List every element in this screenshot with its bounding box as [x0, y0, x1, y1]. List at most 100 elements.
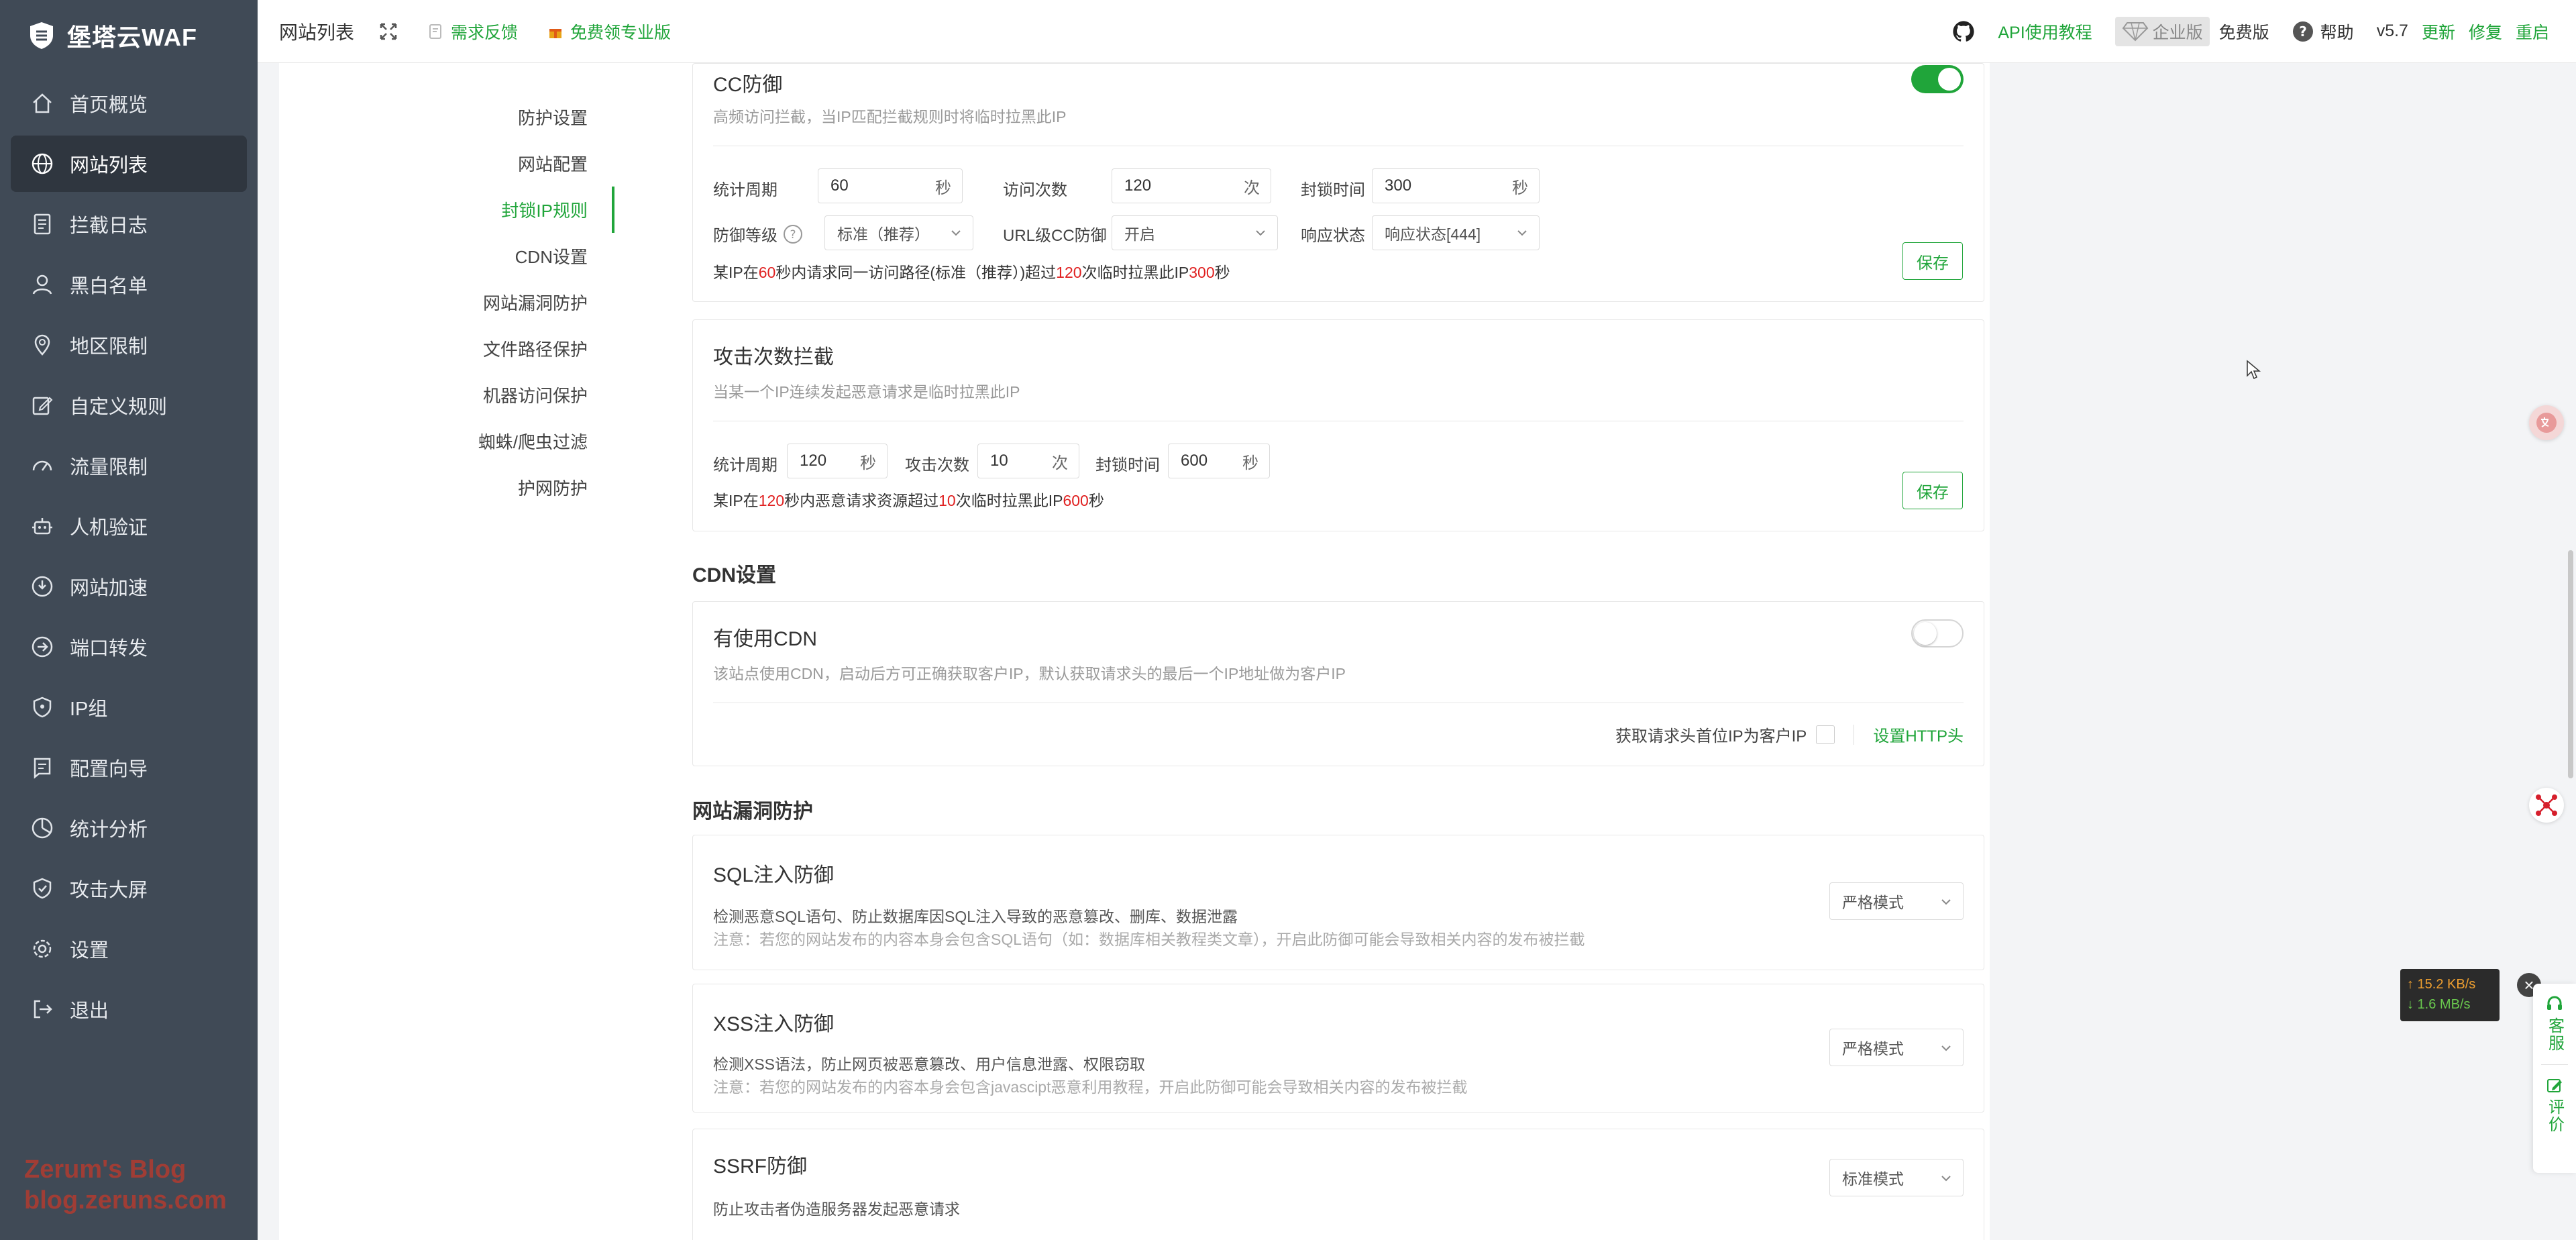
- ssrf-mode-select[interactable]: 标准模式: [1829, 1159, 1964, 1196]
- subnav-item[interactable]: 网站配置: [402, 140, 614, 187]
- sidebar-item-label: 拦截日志: [70, 215, 148, 237]
- github-link[interactable]: [1952, 20, 1975, 43]
- free-pro-link[interactable]: 免费领专业版: [547, 19, 671, 44]
- update-link[interactable]: 更新: [2422, 19, 2455, 44]
- sidebar-item-12[interactable]: 统计分析: [11, 800, 247, 856]
- info-question-icon[interactable]: ?: [783, 224, 803, 244]
- attack-ban-input[interactable]: 600 秒: [1168, 444, 1270, 478]
- restart-link[interactable]: 重启: [2516, 19, 2549, 44]
- ssrf-desc: 防止攻击者伪造服务器发起恶意请求: [713, 1200, 960, 1218]
- cc-url-select[interactable]: 开启: [1112, 215, 1278, 250]
- sql-desc: 检测恶意SQL语句、防止数据库因SQL注入导致的恶意篡改、删库、数据泄露: [713, 908, 1238, 925]
- attack-save-button[interactable]: 保存: [1902, 472, 1963, 509]
- attack-ban-value: 600: [1181, 452, 1208, 470]
- sql-title: SQL注入防御: [713, 864, 835, 886]
- cc-period-unit: 秒: [935, 178, 951, 197]
- sidebar-item-4[interactable]: 地区限制: [11, 317, 247, 373]
- page-scrollbar[interactable]: [2568, 550, 2573, 778]
- attack-count-input[interactable]: 10 次: [977, 444, 1079, 478]
- feedback-link[interactable]: 需求反馈: [428, 19, 518, 44]
- headset-icon[interactable]: [2545, 994, 2564, 1013]
- app-logo[interactable]: 堡塔云WAF: [0, 0, 258, 71]
- cc-summary: 某IP在60秒内请求同一访问路径(标准（推荐）)超过120次临时拉黑此IP300…: [713, 260, 1230, 282]
- review-edit-icon[interactable]: [2546, 1077, 2563, 1094]
- logo-shield-icon: [30, 22, 53, 49]
- cc-resp-select[interactable]: 响应状态[444]: [1372, 215, 1540, 250]
- sidebar-item-10[interactable]: IP组: [11, 679, 247, 735]
- sidebar-item-15[interactable]: 退出: [11, 981, 247, 1037]
- sql-note: 注意：若您的网站发布的内容本身会包含SQL语句（如：数据库相关教程类文章），开启…: [713, 931, 1585, 948]
- vuln-section-title: 网站漏洞防护: [692, 800, 813, 823]
- sidebar: 堡塔云WAF 首页概览网站列表拦截日志黑白名单地区限制自定义规则 流量限制人机验证…: [0, 0, 258, 1240]
- cc-save-button[interactable]: 保存: [1902, 242, 1963, 280]
- top-header: 网站列表 需求反馈 免费领专业版 API使用教程 企业版 免费版 ? 帮助 v5…: [258, 0, 2576, 63]
- attack-summary-text: 秒: [1088, 492, 1104, 509]
- cdn-desc: 该站点使用CDN，启动后方可正确获取客户IP，默认获取请求头的最后一个IP地址做…: [713, 665, 1346, 682]
- cc-level-value: 标准（推荐）: [837, 225, 930, 243]
- cdn-toggle[interactable]: [1911, 619, 1964, 648]
- sidebar-nav: 首页概览网站列表拦截日志黑白名单地区限制自定义规则 流量限制人机验证网站加速端口转…: [0, 75, 258, 1037]
- api-tutorial-link[interactable]: API使用教程: [1998, 19, 2092, 44]
- set-http-header-link[interactable]: 设置HTTP头: [1873, 723, 1964, 746]
- attack-period-value: 120: [800, 452, 827, 470]
- cc-ban-input[interactable]: 300 秒: [1372, 168, 1540, 203]
- attack-desc: 当某一个IP连续发起恶意请求是临时拉黑此IP: [713, 383, 1020, 401]
- sidebar-item-3[interactable]: 黑白名单: [11, 256, 247, 313]
- sidebar-item-2[interactable]: 拦截日志: [11, 196, 247, 252]
- sidebar-item-5[interactable]: 自定义规则: [11, 377, 247, 433]
- chevron-down-icon: [1941, 1045, 1951, 1051]
- first-ip-checkbox[interactable]: [1816, 725, 1835, 744]
- sql-mode-select[interactable]: 严格模式: [1829, 882, 1964, 920]
- sidebar-item-label: 地区限制: [70, 336, 148, 358]
- sidebar-item-label: 统计分析: [70, 819, 148, 841]
- chevron-down-icon: [1256, 230, 1265, 236]
- sidebar-item-6[interactable]: 流量限制: [11, 437, 247, 494]
- xss-mode-select[interactable]: 严格模式: [1829, 1029, 1964, 1066]
- enterprise-badge[interactable]: 企业版: [2114, 16, 2210, 46]
- cc-level-label-wrap: 防御等级 ?: [713, 222, 803, 246]
- diamond-icon: [2122, 21, 2148, 41]
- svg-text:?: ?: [790, 228, 796, 242]
- review-link[interactable]: 评价: [2543, 1098, 2567, 1133]
- repair-link[interactable]: 修复: [2469, 19, 2502, 44]
- translate-float-button[interactable]: [2529, 405, 2564, 440]
- chevron-down-icon: [1517, 230, 1527, 236]
- sidebar-item-8[interactable]: 网站加速: [11, 558, 247, 615]
- version-label: v5.7: [2376, 21, 2408, 40]
- sidebar-item-9[interactable]: 端口转发: [11, 619, 247, 675]
- fullscreen-icon[interactable]: [378, 21, 398, 42]
- subnav-item[interactable]: 护网防护: [402, 464, 614, 511]
- cc-url-label: URL级CC防御: [1003, 227, 1107, 245]
- cc-toggle[interactable]: [1911, 65, 1964, 93]
- subnav-item[interactable]: 网站漏洞防护: [402, 279, 614, 325]
- feedback-icon: [429, 23, 442, 39]
- network-float-button[interactable]: [2529, 788, 2564, 823]
- subnav-item[interactable]: CDN设置: [402, 233, 614, 279]
- subnav-item[interactable]: 蜘蛛/爬虫过滤: [402, 418, 614, 464]
- cc-visits-value: 120: [1124, 176, 1152, 195]
- sidebar-item-11[interactable]: 配置向导: [11, 739, 247, 796]
- subnav-item[interactable]: 封锁IP规则: [402, 187, 614, 233]
- sidebar-item-websites[interactable]: 网站列表: [11, 136, 247, 192]
- ssrf-card: SSRF防御 防止攻击者伪造服务器发起恶意请求 标准模式: [692, 1129, 1984, 1240]
- subnav-item[interactable]: 机器访问保护: [402, 372, 614, 418]
- help-link[interactable]: ? 帮助: [2292, 19, 2354, 44]
- sidebar-item-7[interactable]: 人机验证: [11, 498, 247, 554]
- sidebar-item-label: 首页概览: [70, 95, 148, 116]
- cc-resp-value: 响应状态[444]: [1385, 225, 1481, 243]
- customer-service-link[interactable]: 客服: [2543, 1017, 2567, 1052]
- sidebar-item-label: 人机验证: [70, 517, 148, 539]
- sidebar-item-13[interactable]: 攻击大屏: [11, 860, 247, 917]
- attack-summary-count: 10: [938, 492, 956, 509]
- log-icon: [34, 213, 51, 235]
- cc-level-select[interactable]: 标准（推荐）: [824, 215, 973, 250]
- cc-visits-input[interactable]: 120 次: [1112, 168, 1271, 203]
- sidebar-item-0[interactable]: 首页概览: [11, 75, 247, 132]
- cc-period-label: 统计周期: [713, 181, 777, 199]
- sidebar-item-label: 端口转发: [70, 638, 148, 660]
- cc-period-input[interactable]: 60 秒: [818, 168, 963, 203]
- attack-period-input[interactable]: 120 秒: [787, 444, 888, 478]
- subnav-item[interactable]: 文件路径保护: [402, 325, 614, 372]
- sidebar-item-14[interactable]: 设置: [11, 921, 247, 977]
- subnav-item[interactable]: 防护设置: [402, 94, 614, 140]
